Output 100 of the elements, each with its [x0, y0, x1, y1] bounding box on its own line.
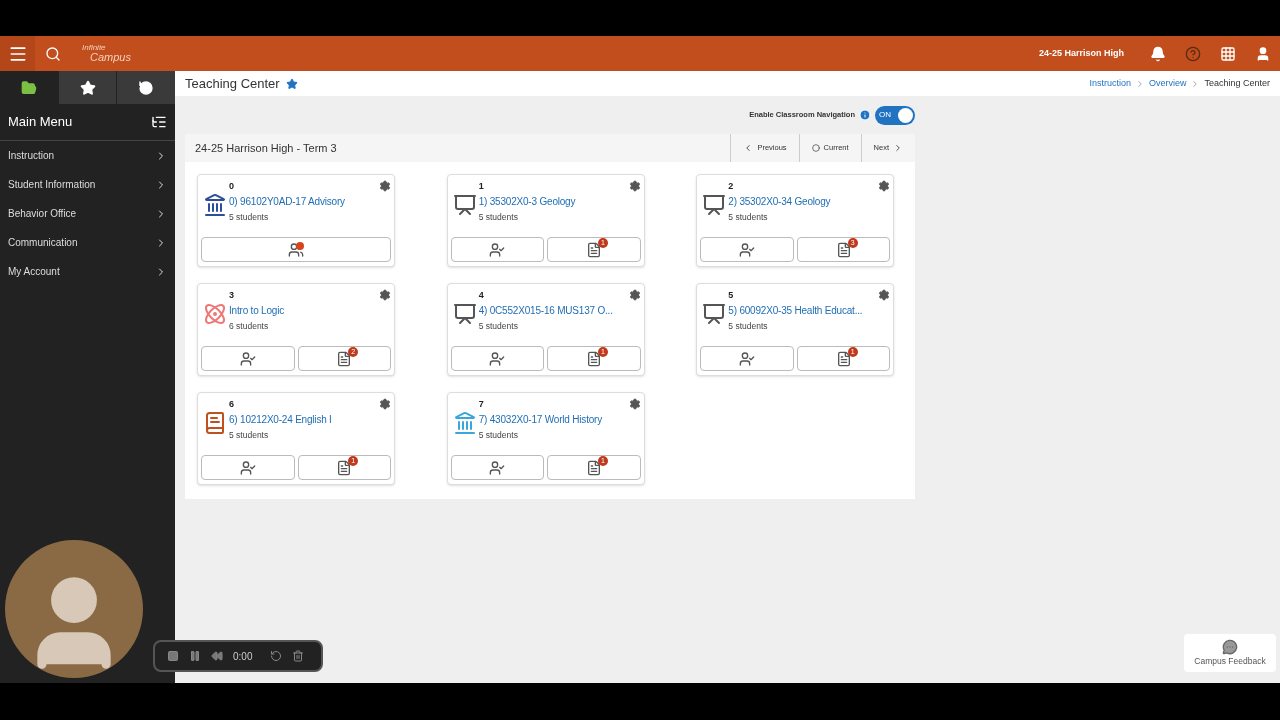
breadcrumb-link[interactable]: Instruction [1089, 76, 1131, 91]
person-check-icon [739, 241, 756, 258]
class-number: 1 [478, 180, 485, 193]
book-icon [203, 411, 227, 436]
settings-icon[interactable] [878, 289, 891, 301]
trash-icon[interactable] [292, 650, 305, 662]
menu-item[interactable]: Instruction [0, 141, 175, 170]
attendance-button[interactable] [201, 455, 295, 480]
bell-icon [1149, 45, 1166, 62]
navigation-toggle[interactable]: ON [875, 105, 915, 125]
info-icon[interactable] [859, 109, 871, 121]
menu-item[interactable]: My Account [0, 257, 175, 286]
person-check-icon [489, 459, 506, 476]
class-number: 6 [229, 398, 235, 411]
class-title-link[interactable]: 2) 35302X0-34 Geology [728, 193, 831, 209]
person-check-icon [489, 350, 506, 367]
student-count: 6 students [229, 319, 270, 333]
student-count: 5 students [478, 319, 519, 333]
star-icon[interactable] [285, 77, 298, 90]
person-check-icon [739, 350, 756, 367]
recording-time: 0:00 [233, 649, 253, 664]
folder-icon [20, 79, 37, 96]
settings-icon[interactable] [379, 289, 391, 301]
settings-icon[interactable] [878, 180, 891, 192]
student-count: 5 students [728, 319, 769, 333]
class-title-link[interactable]: Intro to Logic [229, 302, 284, 318]
document-icon [585, 350, 602, 367]
student-count: 5 students [478, 428, 519, 442]
settings-icon[interactable] [628, 180, 641, 192]
document-icon [336, 350, 353, 367]
building-icon [452, 411, 477, 436]
attendance-button[interactable] [700, 237, 794, 262]
chalkboard-icon [702, 193, 727, 218]
term-title: 24-25 Harrison High - Term 3 [194, 140, 338, 156]
favorites-tab[interactable] [57, 71, 117, 104]
history-tab[interactable] [116, 71, 175, 104]
chalkboard-icon [452, 302, 477, 327]
attendance-button[interactable] [450, 237, 545, 262]
class-title-link[interactable]: 0) 96102Y0AD-17 Advisory [229, 193, 345, 209]
attendance-button[interactable] [450, 346, 545, 371]
class-title-link[interactable]: 1) 35302X0-3 Geology [478, 193, 576, 209]
person-check-icon [239, 350, 256, 367]
document-icon [835, 350, 852, 367]
student-count: 5 students [229, 428, 270, 442]
circle-icon [811, 144, 820, 152]
help-icon [1184, 45, 1201, 62]
chalkboard-icon [702, 302, 727, 327]
attendance-button[interactable] [201, 346, 295, 371]
breadcrumb-link[interactable]: Overview [1148, 76, 1187, 91]
chat-bubble-icon [1222, 638, 1238, 655]
settings-icon[interactable] [628, 398, 641, 410]
attendance-button[interactable] [700, 346, 794, 371]
building-icon [203, 193, 227, 218]
student-count: 5 students [229, 210, 270, 224]
student-count: 5 students [728, 210, 769, 224]
class-number: 4 [478, 289, 485, 302]
document-icon [585, 459, 602, 476]
page-title: Teaching Center [185, 74, 280, 93]
roster-button[interactable] [201, 237, 391, 262]
settings-icon[interactable] [628, 289, 641, 301]
class-number: 7 [478, 398, 485, 411]
settings-icon[interactable] [379, 398, 391, 410]
grid-icon [1219, 45, 1236, 62]
class-title-link[interactable]: 7) 43032X0-17 World History [478, 411, 603, 427]
search-icon [44, 45, 61, 62]
pause-icon[interactable] [189, 650, 201, 662]
menu-item[interactable]: Behavior Office [0, 199, 175, 228]
document-icon [585, 241, 602, 258]
people-alert-icon [288, 241, 304, 258]
star-icon [79, 79, 96, 96]
class-title-link[interactable]: 6) 10212X0-24 English I [229, 411, 332, 427]
list-tree-icon[interactable] [151, 114, 167, 130]
restart-icon[interactable] [270, 650, 283, 662]
rewind-icon[interactable] [211, 650, 223, 662]
document-icon [336, 459, 353, 476]
person-check-icon [239, 459, 256, 476]
chalkboard-icon [452, 193, 477, 218]
class-number: 5 [728, 289, 735, 302]
atom-icon [203, 302, 227, 327]
class-number: 0 [229, 180, 235, 193]
person-check-icon [489, 241, 506, 258]
class-number: 2 [728, 180, 735, 193]
menu-item[interactable]: Student Information [0, 170, 175, 199]
class-title-link[interactable]: 4) 0C552X015-16 MUS137 O... [478, 302, 613, 318]
breadcrumb-current: Teaching Center [1204, 76, 1270, 90]
menu-title: Main Menu [8, 113, 73, 132]
menu-item[interactable]: Communication [0, 228, 175, 257]
logo[interactable]: Infinite Campus [82, 44, 131, 63]
student-count: 5 students [478, 210, 519, 224]
document-icon [835, 241, 852, 258]
feedback-button[interactable]: Campus Feedback [1184, 634, 1276, 672]
history-icon [138, 79, 155, 96]
school-name[interactable]: 24-25 Harrison High [1038, 46, 1124, 61]
stop-icon[interactable] [167, 650, 179, 662]
class-number: 3 [229, 289, 235, 302]
menu-button[interactable] [0, 36, 35, 71]
chevron-right-icon [893, 143, 903, 153]
class-title-link[interactable]: 5) 60092X0-35 Health Educat... [728, 302, 863, 318]
attendance-button[interactable] [450, 455, 545, 480]
settings-icon[interactable] [379, 180, 391, 192]
